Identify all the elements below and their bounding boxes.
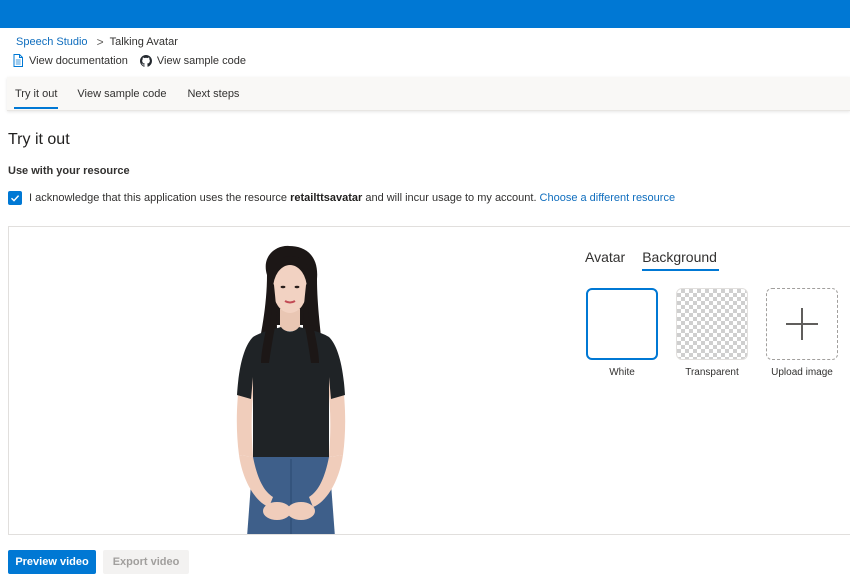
view-documentation-link[interactable]: View documentation	[12, 54, 128, 67]
acknowledge-checkbox[interactable]	[8, 191, 22, 205]
background-label-white: White	[609, 367, 635, 378]
background-label-upload: Upload image	[771, 367, 833, 378]
breadcrumb-separator-icon: >	[96, 35, 104, 49]
github-icon	[139, 54, 152, 67]
export-video-button[interactable]: Export video	[103, 550, 189, 574]
section-label: Use with your resource	[8, 165, 130, 177]
view-documentation-label: View documentation	[29, 54, 128, 67]
background-option-transparent[interactable]	[676, 288, 748, 360]
acknowledge-row: I acknowledge that this application uses…	[8, 191, 675, 205]
background-option-upload[interactable]	[766, 288, 838, 360]
tab-try-it-out[interactable]: Try it out	[13, 77, 59, 111]
document-icon	[13, 54, 23, 67]
acknowledge-text-after: and will incur usage to my account.	[365, 192, 537, 204]
choose-different-resource-link[interactable]: Choose a different resource	[540, 192, 676, 204]
background-option-white[interactable]	[586, 288, 658, 360]
avatar-preview-panel: Avatar Background White Transparent Uplo…	[8, 226, 850, 535]
plus-icon	[786, 308, 818, 340]
breadcrumb-speech-studio[interactable]: Speech Studio	[16, 36, 88, 48]
acknowledge-text-before: I acknowledge that this application uses…	[29, 192, 288, 204]
checkmark-icon	[11, 195, 20, 202]
page-title: Try it out	[8, 131, 70, 148]
breadcrumb: Speech Studio > Talking Avatar	[16, 35, 178, 49]
top-app-bar	[0, 0, 850, 28]
view-sample-code-label: View sample code	[156, 54, 246, 67]
doc-links: View documentation View sample code	[12, 54, 246, 67]
tab-avatar[interactable]: Avatar	[585, 249, 625, 271]
panel-tabs: Avatar Background	[585, 249, 719, 271]
resource-name: retailttsavatar	[290, 192, 363, 204]
view-sample-code-link[interactable]: View sample code	[139, 54, 246, 67]
tab-bar: Try it out View sample code Next steps	[7, 77, 850, 111]
preview-video-button[interactable]: Preview video	[8, 550, 96, 574]
background-label-transparent: Transparent	[685, 367, 739, 378]
tab-background[interactable]: Background	[642, 249, 719, 271]
tab-next-steps[interactable]: Next steps	[187, 77, 239, 111]
tab-view-sample-code[interactable]: View sample code	[77, 77, 166, 111]
avatar-image	[236, 245, 346, 534]
breadcrumb-current: Talking Avatar	[109, 36, 178, 48]
